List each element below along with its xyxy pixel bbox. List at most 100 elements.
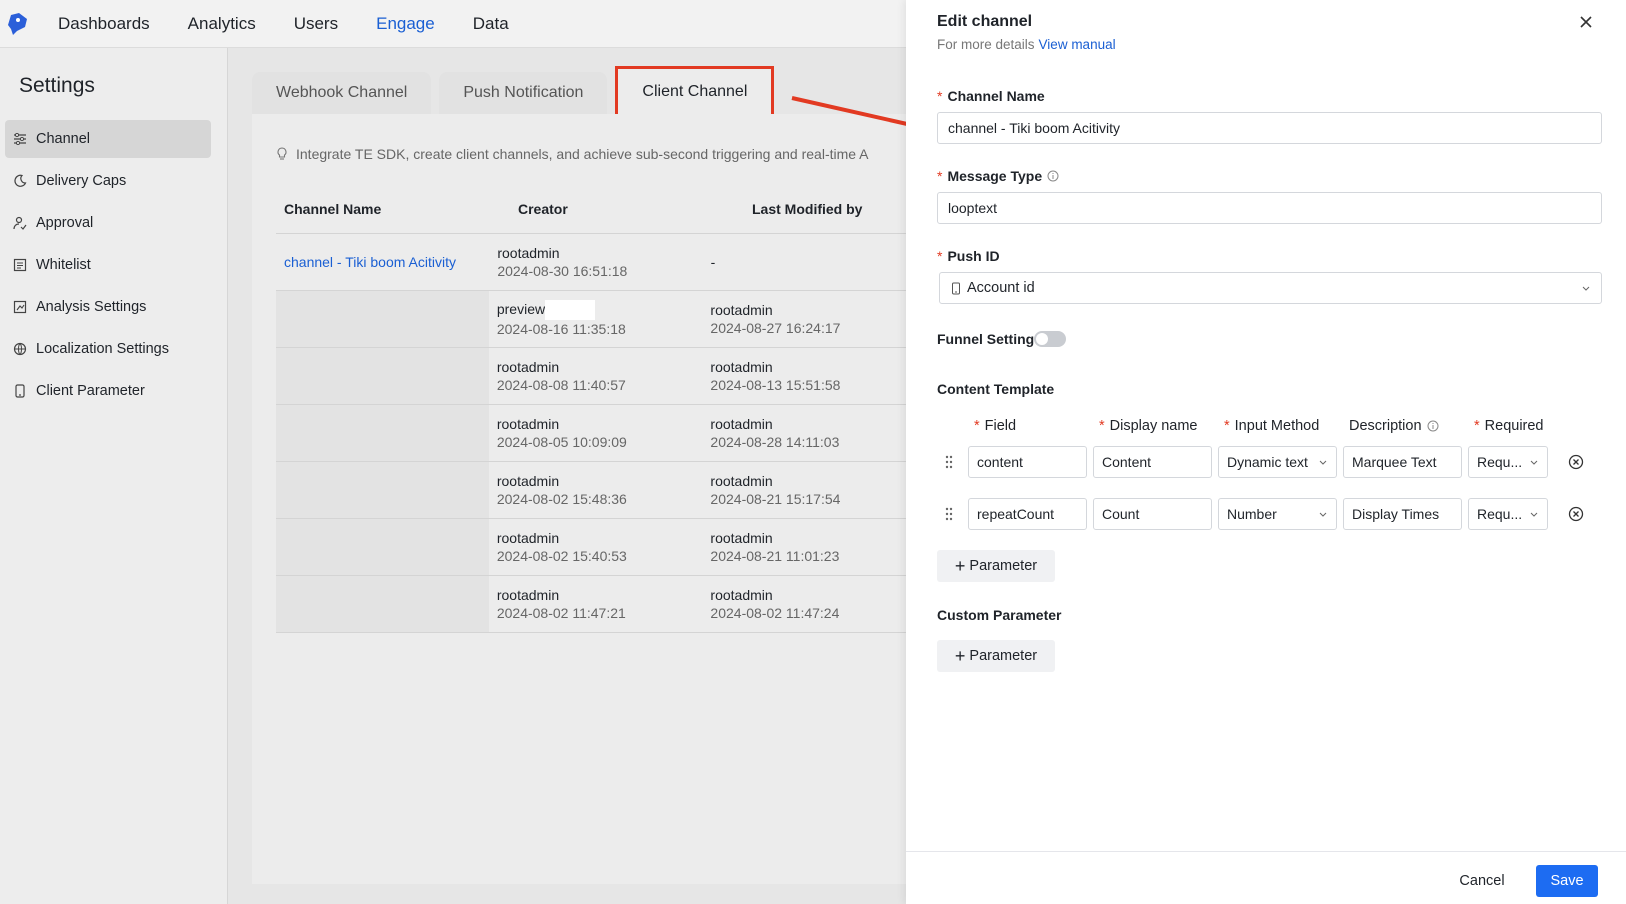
phone-icon [15, 384, 25, 398]
input-method-select[interactable]: Number [1218, 498, 1337, 530]
description-input[interactable]: Display Times [1343, 498, 1462, 530]
creator-cell: rootadmin 2024-08-02 15:48:36 [489, 472, 703, 508]
channel-name-link[interactable]: channel - Tiki boom Acitivity [276, 254, 489, 270]
channel-name-cell [276, 348, 489, 404]
created-time: 2024-08-02 15:40:53 [496, 548, 627, 564]
channel-name-label-text: Channel Name [947, 88, 1045, 104]
funnel-setting-label: Funnel Setting [937, 331, 1035, 347]
created-time: 2024-08-02 15:48:36 [496, 491, 627, 507]
creator-cell: rootadmin 2024-08-02 11:47:21 [489, 586, 703, 622]
tab-client-channel[interactable]: Client Channel [615, 66, 775, 118]
table-row[interactable]: rootadmin 2024-08-02 11:47:21 rootadmin 20… [276, 576, 916, 633]
input-method-value: Dynamic text [1227, 454, 1308, 470]
input-method-select[interactable]: Dynamic text [1218, 446, 1337, 478]
sidebar-item-label: Analysis Settings [36, 299, 147, 315]
table-row[interactable]: channel - Tiki boom Acitivity rootadmin 2… [276, 234, 916, 291]
sidebar-item-analysis-settings[interactable]: Analysis Settings [5, 288, 211, 326]
nav-engage[interactable]: Engage [376, 14, 435, 34]
add-parameter-label: Parameter [969, 558, 1038, 574]
message-type-label: * Message Type [937, 168, 1059, 184]
modifier-name: - [710, 254, 716, 270]
close-icon[interactable] [1576, 12, 1596, 32]
sidebar-item-label: Localization Settings [36, 341, 169, 357]
required-select[interactable]: Requ... [1468, 498, 1548, 530]
remove-row-icon[interactable] [1568, 506, 1584, 522]
tab-webhook-channel[interactable]: Webhook Channel [252, 72, 432, 114]
view-manual-link[interactable]: View manual [1039, 37, 1116, 52]
sidebar-item-channel[interactable]: Channel [5, 120, 211, 158]
content-template-label: Content Template [937, 381, 1055, 397]
channel-name-label: * Channel Name [937, 88, 1045, 104]
funnel-setting-toggle[interactable] [1034, 331, 1066, 347]
nav-analytics[interactable]: Analytics [188, 14, 256, 34]
sidebar-item-client-parameter[interactable]: Client Parameter [5, 372, 211, 410]
app-logo-icon[interactable] [2, 8, 34, 40]
list-icon [13, 258, 27, 272]
modifier-name: rootadmin [710, 359, 773, 375]
field-input[interactable]: repeatCount [968, 498, 1087, 530]
chevron-down-icon [1530, 460, 1538, 465]
modified-time: 2024-08-13 15:51:58 [710, 377, 841, 393]
sidebar-item-delivery-caps[interactable]: Delivery Caps [5, 162, 211, 200]
column-header-last-modified: Last Modified by [752, 200, 863, 217]
message-type-input[interactable]: looptext [937, 192, 1602, 224]
modifier-cell: rootadmin 2024-08-28 14:11:03 [702, 415, 916, 451]
template-header-method: * Input Method [1224, 418, 1320, 434]
display-name-input[interactable]: Count [1093, 498, 1212, 530]
sidebar-title: Settings [19, 74, 95, 97]
remove-row-icon[interactable] [1568, 454, 1584, 470]
drag-handle-icon[interactable] [944, 506, 954, 522]
globe-icon [13, 342, 27, 356]
table-row[interactable]: rootadmin 2024-08-05 10:09:09 rootadmin 20… [276, 405, 916, 462]
table-row[interactable]: rootadmin 2024-08-08 11:40:57 rootadmin 20… [276, 348, 916, 405]
add-custom-parameter-button[interactable]: + Parameter [937, 640, 1055, 672]
created-time: 2024-08-08 11:40:57 [496, 377, 626, 393]
nav-data[interactable]: Data [473, 14, 509, 34]
field-input[interactable]: content [968, 446, 1087, 478]
creator-name: rootadmin [496, 473, 560, 489]
modifier-name: rootadmin [710, 530, 773, 546]
save-button[interactable]: Save [1536, 865, 1598, 897]
creator-name: rootadmin [496, 530, 560, 546]
edit-channel-drawer: Edit channel For more details View manual… [906, 0, 1626, 904]
sidebar-item-localization-settings[interactable]: Localization Settings [5, 330, 211, 368]
template-header-field-text: Field [984, 418, 1017, 434]
cancel-button[interactable]: Cancel [1458, 865, 1506, 897]
required-value: Requ... [1477, 506, 1523, 522]
table-row[interactable]: preview 2024-08-16 11:35:18 rootadmin 2024… [276, 291, 916, 348]
plus-icon: + [954, 646, 966, 666]
creator-name: preview [496, 300, 546, 317]
nav-users[interactable]: Users [294, 14, 338, 34]
intro-text: Integrate TE SDK, create client channels… [276, 146, 869, 162]
description-input[interactable]: Marquee Text [1343, 446, 1462, 478]
modifier-name: rootadmin [710, 587, 773, 603]
chevron-down-icon [1530, 512, 1538, 517]
add-parameter-button[interactable]: + Parameter [937, 550, 1055, 582]
table-row[interactable]: rootadmin 2024-08-02 15:40:53 rootadmin 20… [276, 519, 916, 576]
main-content: Webhook Channel Push Notification Client… [252, 64, 916, 884]
push-id-select[interactable]: Account id [939, 272, 1602, 304]
channel-name-input[interactable]: channel - Tiki boom Acitivity [937, 112, 1602, 144]
sidebar-item-label: Client Parameter [36, 383, 145, 399]
required-select[interactable]: Requ... [1468, 446, 1548, 478]
modified-time: 2024-08-21 15:17:54 [710, 491, 841, 507]
info-icon [1427, 420, 1439, 432]
modified-time: 2024-08-21 11:01:23 [710, 548, 840, 564]
template-header-display-text: Display name [1109, 418, 1198, 434]
created-time: 2024-08-02 11:47:21 [496, 605, 626, 621]
created-time: 2024-08-05 10:09:09 [496, 434, 627, 450]
channel-name-cell [276, 576, 489, 632]
table-row[interactable]: rootadmin 2024-08-02 15:48:36 rootadmin 20… [276, 462, 916, 519]
display-name-input[interactable]: Content [1093, 446, 1212, 478]
custom-parameter-label: Custom Parameter [937, 607, 1062, 623]
drag-handle-icon[interactable] [944, 454, 954, 470]
drawer-title: Edit channel [937, 13, 1033, 30]
template-header-method-text: Input Method [1234, 418, 1320, 434]
sidebar-item-approval[interactable]: Approval [5, 204, 211, 242]
modifier-cell: rootadmin 2024-08-21 15:17:54 [702, 472, 916, 508]
creator-name: rootadmin [496, 416, 560, 432]
creator-name: rootadmin [497, 245, 560, 261]
tab-push-notification[interactable]: Push Notification [439, 72, 608, 114]
sidebar-item-whitelist[interactable]: Whitelist [5, 246, 211, 284]
nav-dashboards[interactable]: Dashboards [58, 14, 150, 34]
